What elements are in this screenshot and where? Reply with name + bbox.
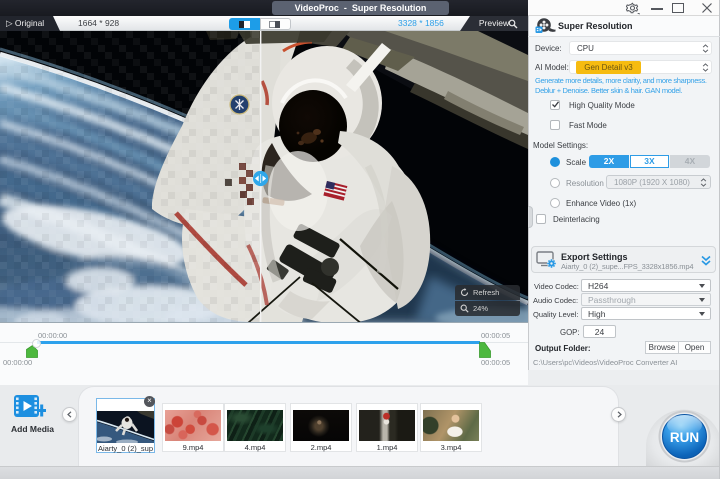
svg-text:RUN: RUN — [670, 430, 699, 445]
